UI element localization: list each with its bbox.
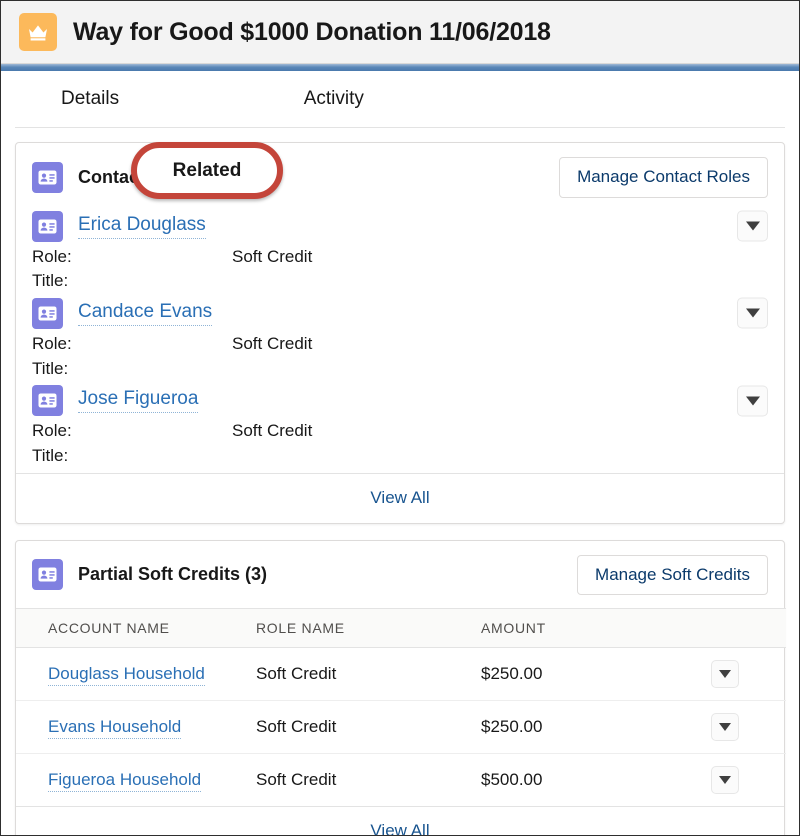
crown-icon: [19, 13, 57, 51]
contact-roles-card: Contact Roles (3) Manage Contact Roles E…: [15, 142, 785, 524]
title-label: Title:: [32, 445, 69, 465]
role-label: Role:: [32, 333, 72, 353]
chevron-down-icon: [719, 723, 731, 732]
manage-soft-credits-button[interactable]: Manage Soft Credits: [577, 554, 768, 596]
amount-cell: $500.00: [481, 770, 543, 790]
account-name-link[interactable]: Figueroa Household: [48, 770, 202, 793]
row-actions-button[interactable]: [737, 385, 768, 417]
contact-role-fields: Role: Soft Credit Title:: [32, 242, 768, 298]
row-actions-button[interactable]: [737, 210, 768, 242]
contact-role-row-head: Jose Figueroa: [32, 385, 768, 417]
table-header-row: Account Name Role Name Amount: [16, 608, 786, 648]
manage-contact-roles-button[interactable]: Manage Contact Roles: [559, 157, 768, 198]
account-name-link[interactable]: Douglass Household: [48, 664, 205, 687]
chevron-down-icon: [719, 776, 731, 785]
soft-credits-title: Partial Soft Credits (3): [78, 564, 268, 585]
soft-credits-table: Account Name Role Name Amount Douglass H…: [16, 608, 786, 806]
view-all-contact-roles-link[interactable]: View All: [370, 488, 429, 507]
row-actions-button[interactable]: [737, 297, 768, 329]
column-header-amount[interactable]: Amount: [481, 609, 711, 648]
role-name-cell: Soft Credit: [256, 647, 481, 702]
role-name-cell: Soft Credit: [256, 770, 337, 790]
page-title: Way for Good $1000 Donation 11/06/2018: [73, 17, 551, 46]
column-header-role-name[interactable]: Role Name: [256, 609, 481, 648]
tab-activity[interactable]: Activity: [288, 71, 380, 127]
chevron-down-icon: [719, 670, 731, 679]
column-header-account-name[interactable]: Account Name: [16, 609, 256, 648]
accent-bar: [1, 64, 799, 71]
contact-card-icon: [32, 210, 63, 242]
title-field: Title:: [32, 444, 768, 469]
table-row: Figueroa Household Soft Credit $500.00: [16, 754, 786, 807]
contact-roles-footer: View All: [16, 472, 784, 523]
contact-card-icon: [32, 161, 63, 193]
contact-name-link[interactable]: Erica Douglass: [78, 214, 206, 239]
role-label: Role:: [32, 246, 72, 266]
amount-cell: $250.00: [481, 647, 711, 702]
role-value: Soft Credit: [232, 246, 313, 266]
account-name-link[interactable]: Evans Household: [48, 717, 182, 740]
tab-related-label[interactable]: Related: [131, 142, 283, 199]
contact-role-row: Erica Douglass Role: Soft Credit Title:: [16, 210, 784, 298]
column-header-actions: [711, 609, 786, 648]
table-row: Douglass Household Soft Credit $250.00: [16, 647, 786, 702]
contact-card-icon: [32, 385, 63, 417]
amount-cell: $250.00: [481, 700, 711, 755]
contact-role-row: Candace Evans Role: Soft Credit Title:: [16, 297, 784, 385]
role-field: Role: Soft Credit: [32, 332, 768, 357]
row-actions-button[interactable]: [711, 713, 739, 742]
role-value: Soft Credit: [232, 333, 313, 353]
partial-soft-credits-card: Partial Soft Credits (3) Manage Soft Cre…: [15, 539, 786, 835]
tab-details[interactable]: Details: [45, 71, 135, 127]
row-actions-button[interactable]: [711, 660, 739, 689]
title-field: Title:: [32, 269, 768, 294]
view-all-soft-credits-link[interactable]: View All: [370, 821, 429, 835]
chevron-down-icon: [745, 396, 760, 406]
related-lists-area: Contact Roles (3) Manage Contact Roles E…: [1, 129, 799, 835]
contact-role-row: Jose Figueroa Role: Soft Credit Title:: [16, 385, 784, 472]
role-label: Role:: [32, 421, 72, 441]
title-label: Title:: [32, 271, 69, 291]
role-value: Soft Credit: [232, 421, 313, 441]
record-header: Way for Good $1000 Donation 11/06/2018: [1, 1, 799, 64]
contact-role-row-head: Erica Douglass: [32, 210, 768, 242]
contact-role-fields: Role: Soft Credit Title:: [32, 416, 768, 472]
contact-role-row-head: Candace Evans: [32, 297, 768, 329]
role-field: Role: Soft Credit: [32, 245, 768, 270]
record-page: Way for Good $1000 Donation 11/06/2018 D…: [0, 0, 800, 836]
soft-credits-footer: View All: [16, 806, 784, 835]
chevron-down-icon: [745, 308, 760, 318]
tab-bar: Details Related Activity Related: [1, 71, 799, 199]
role-field: Role: Soft Credit: [32, 419, 768, 444]
row-actions-button[interactable]: [711, 766, 739, 795]
contact-card-icon: [32, 559, 63, 591]
title-label: Title:: [32, 358, 69, 378]
contact-role-fields: Role: Soft Credit Title:: [32, 329, 768, 385]
role-name-cell: Soft Credit: [256, 700, 481, 755]
contact-card-icon: [32, 297, 63, 329]
title-field: Title:: [32, 357, 768, 382]
contact-name-link[interactable]: Jose Figueroa: [78, 388, 199, 414]
chevron-down-icon: [745, 221, 760, 231]
soft-credits-header: Partial Soft Credits (3) Manage Soft Cre…: [16, 541, 784, 609]
contact-name-link[interactable]: Candace Evans: [78, 301, 213, 326]
table-row: Evans Household Soft Credit $250.00: [16, 700, 786, 755]
